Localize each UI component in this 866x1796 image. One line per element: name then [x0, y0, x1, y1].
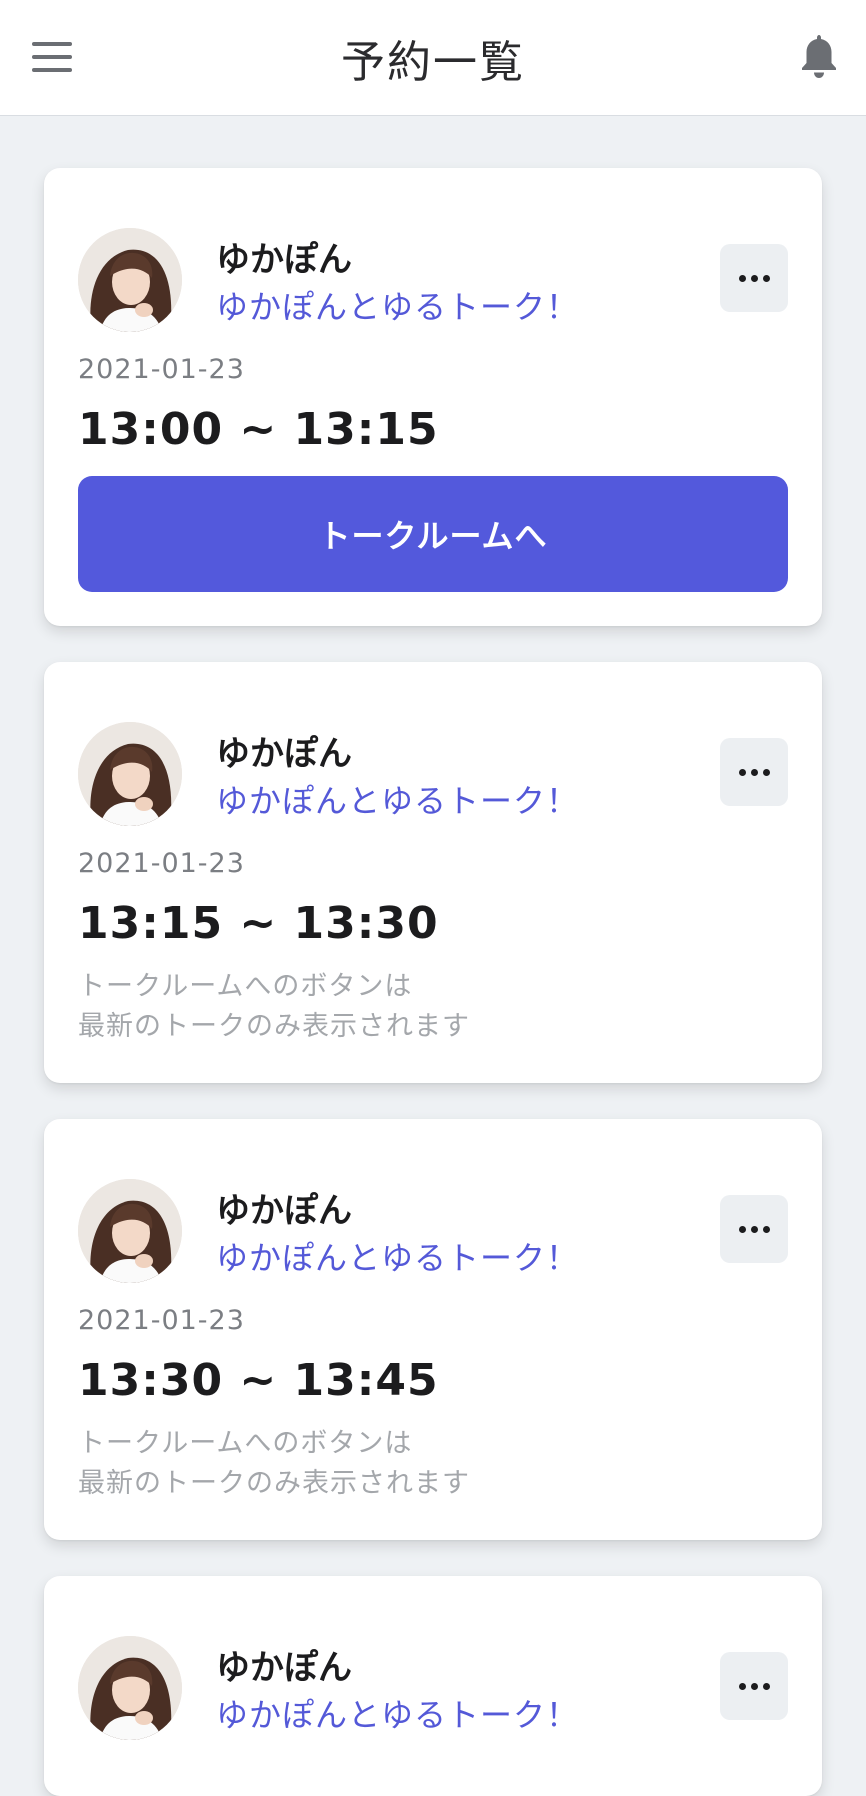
bell-icon[interactable]: [798, 32, 840, 80]
talk-room-note: トークルームへのボタンは 最新のトークのみ表示されます: [78, 967, 470, 1047]
go-to-talk-room-button[interactable]: トークルームへ: [78, 476, 788, 592]
talk-title: ゆかぽんとゆるトーク！: [216, 1696, 580, 1734]
talk-room-note-line: トークルームへのボタンは: [78, 1428, 413, 1459]
more-options-button[interactable]: [720, 1652, 788, 1720]
host-name: ゆかぽん: [216, 734, 352, 774]
talk-room-note-line: 最新のトークのみ表示されます: [78, 1468, 470, 1499]
avatar: [78, 228, 182, 332]
talk-room-note-line: トークルームへのボタンは: [78, 971, 413, 1002]
ellipsis-icon: [738, 768, 770, 776]
talk-room-note: トークルームへのボタンは 最新のトークのみ表示されます: [78, 1424, 470, 1504]
host-name: ゆかぽん: [216, 240, 352, 280]
ellipsis-icon: [738, 1225, 770, 1233]
avatar: [78, 1636, 182, 1740]
top-bar: 予約一覧: [0, 0, 866, 116]
reservation-date: 2021-01-23: [78, 1305, 245, 1336]
more-options-button[interactable]: [720, 738, 788, 806]
reservation-card: ゆかぽん ゆかぽんとゆるトーク！: [44, 1576, 822, 1796]
avatar: [78, 1179, 182, 1283]
page-title: 予約一覧: [341, 36, 525, 88]
reservation-date: 2021-01-23: [78, 848, 245, 879]
avatar: [78, 722, 182, 826]
reservation-date: 2021-01-23: [78, 354, 245, 385]
talk-title: ゆかぽんとゆるトーク！: [216, 1239, 580, 1277]
talk-room-note-line: 最新のトークのみ表示されます: [78, 1011, 470, 1042]
hamburger-menu-icon[interactable]: [32, 42, 72, 72]
reservation-card: ゆかぽん ゆかぽんとゆるトーク！ 2021-01-23 13:00 ~ 13:1…: [44, 168, 822, 626]
talk-title: ゆかぽんとゆるトーク！: [216, 782, 580, 820]
reservation-time: 13:00 ~ 13:15: [78, 404, 439, 455]
ellipsis-icon: [738, 274, 770, 282]
reservation-time: 13:15 ~ 13:30: [78, 898, 439, 949]
reservation-list: ゆかぽん ゆかぽんとゆるトーク！ 2021-01-23 13:00 ~ 13:1…: [44, 168, 822, 1796]
talk-title: ゆかぽんとゆるトーク！: [216, 288, 580, 326]
reservation-card: ゆかぽん ゆかぽんとゆるトーク！ 2021-01-23 13:15 ~ 13:3…: [44, 662, 822, 1083]
more-options-button[interactable]: [720, 244, 788, 312]
reservation-card: ゆかぽん ゆかぽんとゆるトーク！ 2021-01-23 13:30 ~ 13:4…: [44, 1119, 822, 1540]
host-name: ゆかぽん: [216, 1191, 352, 1231]
reservation-time: 13:30 ~ 13:45: [78, 1355, 439, 1406]
ellipsis-icon: [738, 1682, 770, 1690]
host-name: ゆかぽん: [216, 1648, 352, 1688]
more-options-button[interactable]: [720, 1195, 788, 1263]
